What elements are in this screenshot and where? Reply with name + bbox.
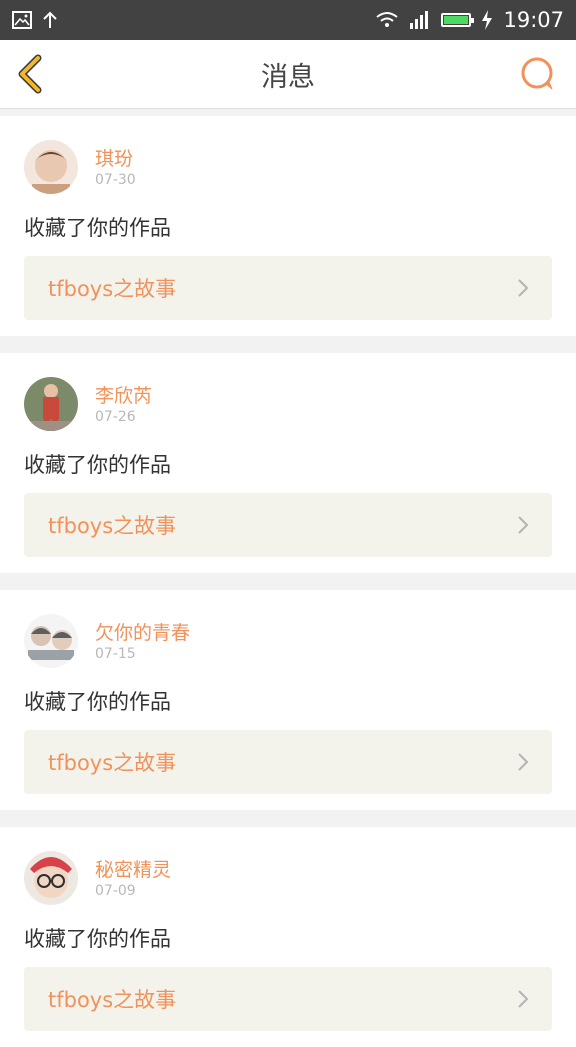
- message-text: 收藏了你的作品: [24, 453, 171, 477]
- charging-icon: [482, 10, 493, 30]
- work-link[interactable]: tfboys之故事: [24, 967, 552, 1031]
- chat-bubble-icon: [521, 57, 553, 90]
- message-text: 收藏了你的作品: [24, 927, 171, 951]
- user-avatar-icon: [24, 851, 78, 905]
- message-text: 收藏了你的作品: [24, 216, 171, 240]
- work-link[interactable]: tfboys之故事: [24, 493, 552, 557]
- user-avatar-icon: [24, 614, 78, 668]
- message-card: 琪玢 07-30 收藏了你的作品 tfboys之故事: [0, 116, 576, 336]
- work-title: tfboys之故事: [48, 277, 177, 301]
- work-link[interactable]: tfboys之故事: [24, 730, 552, 794]
- avatar[interactable]: [24, 614, 78, 668]
- message-date: 07-15: [95, 646, 136, 662]
- avatar[interactable]: [24, 377, 78, 431]
- user-name[interactable]: 欠你的青春: [95, 618, 190, 645]
- upload-icon: [43, 11, 57, 28]
- message-date: 07-30: [95, 172, 136, 188]
- work-title: tfboys之故事: [48, 988, 177, 1012]
- message-date: 07-09: [95, 883, 136, 899]
- user-avatar-icon: [24, 377, 78, 431]
- user-name[interactable]: 秘密精灵: [95, 855, 171, 882]
- work-title: tfboys之故事: [48, 751, 177, 775]
- message-card: 秘密精灵 07-09 收藏了你的作品 tfboys之故事: [0, 827, 576, 1047]
- user-name[interactable]: 李欣芮: [95, 381, 152, 408]
- signal-icon: [410, 11, 429, 29]
- wifi-icon: [376, 12, 399, 27]
- message-card: 欠你的青春 07-15 收藏了你的作品 tfboys之故事: [0, 590, 576, 810]
- message-date: 07-26: [95, 409, 136, 425]
- chevron-right-icon: [518, 753, 529, 771]
- chevron-right-icon: [518, 516, 529, 534]
- page-title: 消息: [261, 61, 315, 93]
- header: 消息: [0, 40, 576, 109]
- image-notification-icon: [12, 11, 32, 29]
- work-title: tfboys之故事: [48, 514, 177, 538]
- chat-button[interactable]: [518, 54, 558, 94]
- user-avatar-icon: [24, 140, 78, 194]
- work-link[interactable]: tfboys之故事: [24, 256, 552, 320]
- message-card: 李欣芮 07-26 收藏了你的作品 tfboys之故事: [0, 353, 576, 573]
- status-bar: 19:07: [0, 0, 576, 40]
- battery-icon: [441, 13, 475, 27]
- avatar[interactable]: [24, 140, 78, 194]
- back-arrow-icon: [18, 54, 42, 94]
- avatar[interactable]: [24, 851, 78, 905]
- user-name[interactable]: 琪玢: [95, 144, 133, 171]
- chevron-right-icon: [518, 279, 529, 297]
- message-list: 琪玢 07-30 收藏了你的作品 tfboys之故事 李欣芮 07-26 收藏了…: [0, 109, 576, 1047]
- clock-time: 19:07: [503, 8, 564, 32]
- chevron-right-icon: [518, 990, 529, 1008]
- message-text: 收藏了你的作品: [24, 690, 171, 714]
- back-button[interactable]: [12, 52, 52, 96]
